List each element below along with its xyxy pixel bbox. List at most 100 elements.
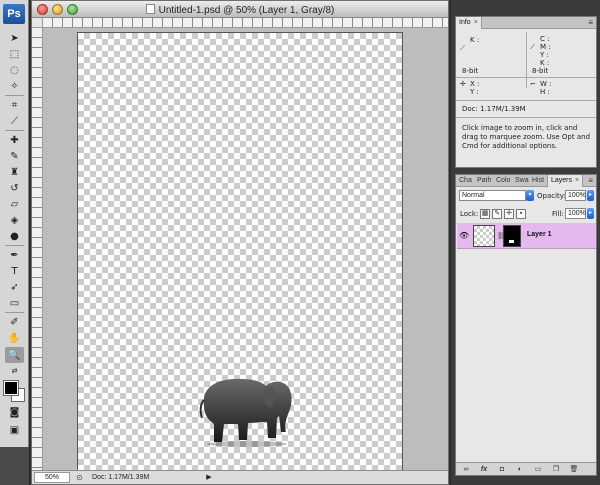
adjustment-layer-icon[interactable]: ◐ — [514, 465, 526, 474]
info-y-label: Y : — [540, 51, 549, 59]
document-size-status: Doc: 1.17M/1.39M — [92, 474, 150, 481]
add-mask-icon[interactable]: ◘ — [496, 465, 508, 474]
document-titlebar[interactable]: Untitled-1.psd @ 50% (Layer 1, Gray/8) — [32, 1, 448, 18]
fx-icon[interactable]: fx — [478, 465, 490, 474]
status-menu-arrow-icon[interactable]: ▶ — [204, 472, 214, 483]
panel-menu-icon[interactable]: ≡ — [588, 18, 593, 27]
horizontal-ruler[interactable] — [43, 18, 448, 28]
dodge-tool-icon[interactable]: ● — [5, 228, 24, 244]
type-tool-icon[interactable]: T — [5, 263, 24, 279]
panel-menu-icon[interactable]: ≡ — [588, 176, 593, 185]
document-title: Untitled-1.psd @ 50% (Layer 1, Gray/8) — [32, 4, 448, 16]
zoom-level-field[interactable]: 50% — [34, 472, 70, 483]
layer-thumbnail[interactable] — [473, 225, 495, 247]
clone-stamp-tool-icon[interactable]: ♜ — [5, 164, 24, 180]
tab-color[interactable]: Colo — [493, 175, 513, 187]
eraser-tool-icon[interactable]: ▱ — [5, 196, 24, 212]
new-group-icon[interactable]: ▭ — [532, 465, 544, 474]
tab-info[interactable]: Info × — [456, 17, 482, 29]
info-panel: Info × ≡ K : ⟋ C : ⟋ M : Y : K : 8-bit 8-… — [455, 16, 597, 168]
info-divider — [526, 32, 527, 88]
path-selection-tool-icon[interactable]: ➶ — [5, 279, 24, 295]
hand-tool-icon[interactable]: ✋ — [5, 330, 24, 346]
tab-paths[interactable]: Path — [474, 175, 494, 187]
foreground-color-swatch[interactable] — [3, 380, 19, 396]
layers-tabbar: Cha Path Colo Swa Hist Layers × ≡ — [456, 175, 596, 187]
close-icon[interactable]: × — [575, 177, 579, 184]
tools-divider — [5, 130, 24, 131]
move-tool-icon[interactable]: ➤ — [5, 30, 24, 46]
status-info-icon[interactable]: ⊙ — [74, 472, 85, 483]
document-title-text: Untitled-1.psd @ 50% (Layer 1, Gray/8) — [158, 5, 335, 16]
fill-input[interactable]: 100% — [565, 208, 586, 219]
layer-name[interactable]: Layer 1 — [527, 231, 552, 238]
tab-layers-label: Layers — [551, 177, 573, 184]
paint-bucket-tool-icon[interactable]: ◈ — [5, 212, 24, 228]
opacity-label: Opacity: — [537, 192, 566, 200]
info-bit-left: 8-bit — [462, 67, 479, 75]
notes-tool-icon[interactable]: ✐ — [5, 314, 24, 330]
info-k2-label: K : — [540, 59, 550, 67]
history-brush-tool-icon[interactable]: ↺ — [5, 180, 24, 196]
ruler-origin[interactable] — [32, 18, 43, 28]
info-hint-text: Click image to zoom in, click and drag t… — [462, 124, 591, 150]
magic-wand-tool-icon[interactable]: ✧ — [5, 78, 24, 94]
tab-history[interactable]: Hist — [529, 175, 547, 187]
lock-label: Lock: — [460, 210, 479, 218]
tools-divider — [5, 312, 24, 313]
vertical-ruler[interactable] — [32, 28, 43, 470]
layer-row[interactable]: 👁 ⛓ Layer 1 — [457, 223, 596, 249]
pen-tool-icon[interactable]: ✒ — [5, 247, 24, 263]
brush-tool-icon[interactable]: ✎ — [5, 148, 24, 164]
canvas-workspace[interactable] — [43, 28, 448, 472]
trash-icon[interactable]: 🗑 — [568, 465, 580, 474]
info-h-label: H : — [540, 88, 550, 96]
eye-icon[interactable]: 👁 — [459, 231, 469, 240]
opacity-input[interactable]: 100% — [565, 190, 586, 201]
tools-divider — [5, 245, 24, 246]
lock-all-icon[interactable]: ▪ — [516, 209, 526, 219]
info-y-coord-label: Y : — [470, 88, 479, 96]
screen-mode-icon[interactable]: ▣ — [5, 422, 24, 438]
tab-layers[interactable]: Layers × — [547, 175, 584, 187]
info-x-label: X : — [470, 80, 480, 88]
fill-arrow-icon[interactable]: ▸ — [587, 208, 594, 219]
zoom-tool-icon[interactable]: 🔍 — [5, 347, 24, 363]
lasso-tool-icon[interactable]: ◌ — [5, 62, 24, 78]
crop-tool-icon[interactable]: ⌗ — [5, 97, 24, 113]
fill-label: Fill: — [552, 210, 564, 218]
marquee-tool-icon[interactable]: ⬚ — [5, 46, 24, 62]
quick-mask-icon[interactable]: ◙ — [5, 404, 24, 420]
tab-info-label: Info — [459, 19, 471, 26]
info-divider — [456, 117, 596, 118]
document-canvas[interactable] — [77, 32, 403, 472]
healing-brush-tool-icon[interactable]: ✚ — [5, 132, 24, 148]
tools-panel: Ps ➤ ⬚ ◌ ✧ ⌗ ⟋ ✚ ✎ ♜ ↺ ▱ ◈ ● ✒ T ➶ ▭ ✐ ✋… — [0, 0, 29, 447]
eyedropper-tool-icon[interactable]: ⟋ — [5, 113, 24, 129]
rectangle-tool-icon[interactable]: ▭ — [5, 295, 24, 311]
new-layer-icon[interactable]: ❐ — [550, 465, 562, 474]
lock-pixels-icon[interactable]: ✎ — [492, 209, 502, 219]
lock-transparency-icon[interactable]: ▦ — [480, 209, 490, 219]
eyedropper-icon: ⟋ — [460, 44, 465, 52]
opacity-arrow-icon[interactable]: ▸ — [587, 190, 594, 201]
close-icon[interactable]: × — [474, 19, 478, 26]
layers-footer: ∞ fx ◘ ◐ ▭ ❐ 🗑 — [456, 462, 596, 475]
eyedropper-icon: ⟋ — [530, 43, 535, 51]
swap-colors-icon[interactable]: ⇄ — [5, 366, 24, 376]
blend-mode-select[interactable]: Normal — [459, 190, 526, 201]
photoshop-logo[interactable]: Ps — [3, 4, 25, 24]
info-divider — [456, 100, 596, 101]
link-layers-icon[interactable]: ∞ — [460, 465, 472, 474]
tools-panel-bottom — [0, 447, 29, 485]
info-doc-size: Doc: 1.17M/1.39M — [462, 105, 526, 113]
info-divider — [456, 77, 596, 78]
layer-mask-thumbnail[interactable] — [503, 225, 521, 247]
selection-size-icon: ⌐ — [530, 80, 536, 88]
tab-channels[interactable]: Cha — [456, 175, 475, 187]
layers-panel: Cha Path Colo Swa Hist Layers × ≡ Normal … — [455, 174, 597, 476]
document-icon — [145, 4, 155, 14]
lock-position-icon[interactable]: ✛ — [504, 209, 514, 219]
crosshair-icon: ✛ — [460, 80, 466, 88]
chevron-down-icon[interactable]: ▾ — [526, 190, 534, 201]
